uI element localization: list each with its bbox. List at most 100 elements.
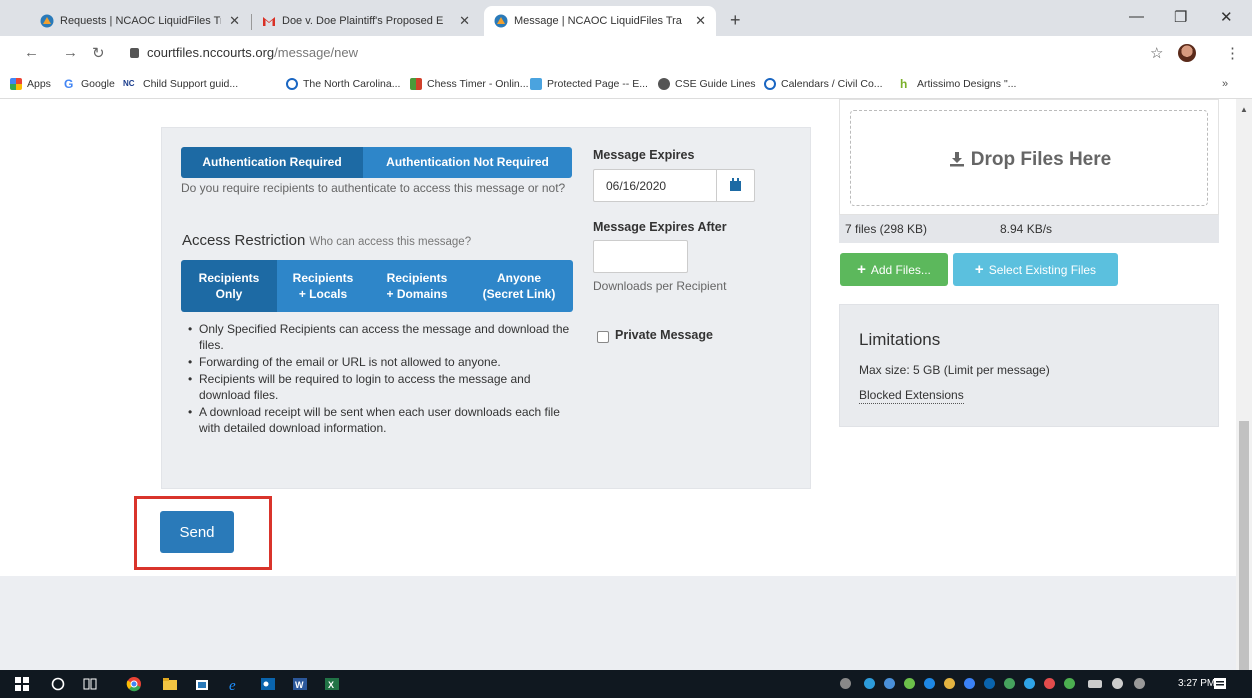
close-icon[interactable]: ✕: [229, 13, 240, 29]
file-stats-bar: 7 files (298 KB) 8.94 KB/s: [839, 215, 1219, 243]
forward-icon[interactable]: →: [63, 44, 78, 61]
expires-after-input[interactable]: [593, 240, 688, 273]
select-existing-files-button[interactable]: + Select Existing Files: [953, 253, 1118, 286]
bookmark-protected-page[interactable]: Protected Page -- E...: [530, 78, 648, 90]
message-expires-date-field[interactable]: 06/16/2020: [593, 169, 755, 202]
profile-avatar[interactable]: [1178, 44, 1196, 62]
outlook-tray-icon[interactable]: [984, 678, 995, 689]
close-icon[interactable]: ✕: [459, 13, 470, 29]
message-options-panel: Authentication Required Authentication N…: [161, 127, 811, 489]
auth-required-button[interactable]: Authentication Required: [181, 147, 363, 178]
plus-icon: +: [857, 261, 866, 278]
file-drop-zone[interactable]: Drop Files Here: [839, 99, 1219, 215]
message-expires-label: Message Expires: [593, 148, 695, 162]
file-count-size: 7 files (298 KB): [845, 222, 928, 236]
bookmarks-bar: Apps G Google NC Child Support guid... The…: [0, 71, 1252, 99]
recipients-only-button[interactable]: Recipients Only: [181, 260, 277, 312]
list-item: Recipients will be required to login to …: [182, 371, 582, 403]
close-icon[interactable]: ✕: [695, 13, 706, 29]
list-item: Forwarding of the email or URL is not al…: [182, 354, 582, 370]
ie-icon[interactable]: e: [226, 676, 242, 692]
menu-kebab-icon[interactable]: ⋮: [1225, 44, 1240, 62]
tray-app-icon[interactable]: [1044, 678, 1055, 689]
battery-icon[interactable]: [1088, 680, 1102, 688]
recipients-domains-button[interactable]: Recipients + Domains: [369, 260, 465, 312]
tray-app-icon[interactable]: [884, 678, 895, 689]
scrollbar-thumb[interactable]: [1239, 421, 1249, 670]
add-files-button[interactable]: + Add Files...: [840, 253, 948, 286]
bookmark-artissimo[interactable]: h Artissimo Designs "...: [900, 78, 1016, 90]
nc-icon: NC: [123, 78, 138, 90]
notifications-icon[interactable]: [1212, 676, 1228, 692]
calendar-icon: [730, 177, 741, 191]
taskbar-clock[interactable]: 3:27 PM: [1178, 678, 1215, 689]
page-scrollbar[interactable]: ▲: [1236, 99, 1252, 670]
windows-start-icon[interactable]: [14, 676, 30, 692]
gmail-icon: [263, 17, 275, 26]
address-bar[interactable]: courtfiles.nccourts.org/message/new: [130, 45, 358, 60]
excel-icon[interactable]: X: [324, 676, 340, 692]
calendar-button[interactable]: [716, 170, 754, 201]
access-restriction-title: Access Restriction Who can access this me…: [182, 232, 472, 249]
tab-title: Requests | NCAOC LiquidFiles Tra: [60, 15, 222, 27]
tab-requests[interactable]: Requests | NCAOC LiquidFiles Tra ✕: [30, 6, 250, 36]
minimize-icon[interactable]: —: [1129, 8, 1144, 25]
browser-tab-strip: Requests | NCAOC LiquidFiles Tra ✕ Doe v…: [0, 0, 1252, 36]
artissimo-icon: h: [900, 78, 912, 90]
chrome-icon[interactable]: [126, 676, 142, 692]
bookmark-cse-guide[interactable]: CSE Guide Lines: [658, 78, 756, 90]
bookmark-calendars[interactable]: Calendars / Civil Co...: [764, 78, 883, 90]
anyone-secret-link-button[interactable]: Anyone (Secret Link): [465, 260, 573, 312]
tab-message-active[interactable]: Message | NCAOC LiquidFiles Tra ✕: [484, 6, 716, 36]
outlook-icon[interactable]: [260, 676, 276, 692]
windows-taskbar: e W X 3:27 PM: [0, 670, 1252, 698]
lock-icon: [130, 48, 139, 58]
tray-app-icon[interactable]: [924, 678, 935, 689]
page-footer-area: [0, 576, 1236, 670]
new-tab-button[interactable]: +: [730, 10, 741, 31]
reload-icon[interactable]: ↻: [92, 44, 105, 62]
tray-app-icon[interactable]: [904, 678, 915, 689]
highlight-box: [134, 496, 272, 570]
tray-app-icon[interactable]: [1064, 678, 1075, 689]
page-viewport: Authentication Required Authentication N…: [0, 99, 1236, 670]
onedrive-icon[interactable]: [864, 678, 875, 689]
chess-timer-icon: [410, 78, 422, 90]
restore-icon[interactable]: ❐: [1174, 8, 1187, 26]
drop-files-label: Drop Files Here: [851, 149, 1209, 171]
auth-toggle: Authentication Required Authentication N…: [181, 147, 572, 178]
blocked-extensions-link[interactable]: Blocked Extensions: [859, 388, 964, 404]
store-icon[interactable]: [194, 676, 210, 692]
bookmark-chess-timer[interactable]: Chess Timer - Onlin...: [410, 78, 529, 90]
tray-app-icon[interactable]: [1024, 678, 1035, 689]
people-icon[interactable]: [840, 678, 851, 689]
volume-icon[interactable]: [1112, 678, 1123, 689]
bluetooth-icon[interactable]: [964, 678, 975, 689]
recipients-locals-button[interactable]: Recipients + Locals: [277, 260, 369, 312]
url-path: /message/new: [274, 45, 358, 60]
bookmark-google[interactable]: G Google: [64, 78, 115, 90]
bookmark-child-support[interactable]: NC Child Support guid...: [123, 78, 238, 90]
tray-app-icon[interactable]: [1004, 678, 1015, 689]
tab-title: Message | NCAOC LiquidFiles Tra: [514, 15, 682, 27]
scroll-up-icon[interactable]: ▲: [1240, 105, 1248, 114]
task-view-icon[interactable]: [82, 676, 98, 692]
back-icon[interactable]: ←: [24, 44, 39, 61]
bookmark-apps[interactable]: Apps: [10, 78, 51, 90]
mail-icon[interactable]: [944, 678, 955, 689]
window-close-icon[interactable]: ✕: [1220, 8, 1233, 26]
bookmark-north-carolina[interactable]: The North Carolina...: [286, 78, 400, 90]
bookmark-star-icon[interactable]: ☆: [1150, 44, 1163, 62]
access-rules-list: Only Specified Recipients can access the…: [182, 321, 582, 437]
bookmarks-overflow-icon[interactable]: »: [1222, 78, 1228, 90]
private-message-checkbox[interactable]: [597, 331, 609, 343]
auth-not-required-button[interactable]: Authentication Not Required: [363, 147, 572, 178]
tab-gmail[interactable]: Doe v. Doe Plaintiff's Proposed E ✕: [252, 6, 480, 36]
liquidfiles-icon: [40, 14, 54, 28]
file-explorer-icon[interactable]: [162, 676, 178, 692]
auth-help-text: Do you require recipients to authenticat…: [181, 181, 566, 195]
access-restriction-subtitle: Who can access this message?: [309, 236, 472, 248]
search-icon[interactable]: [50, 676, 66, 692]
word-icon[interactable]: W: [292, 676, 308, 692]
wifi-icon[interactable]: [1134, 678, 1145, 689]
